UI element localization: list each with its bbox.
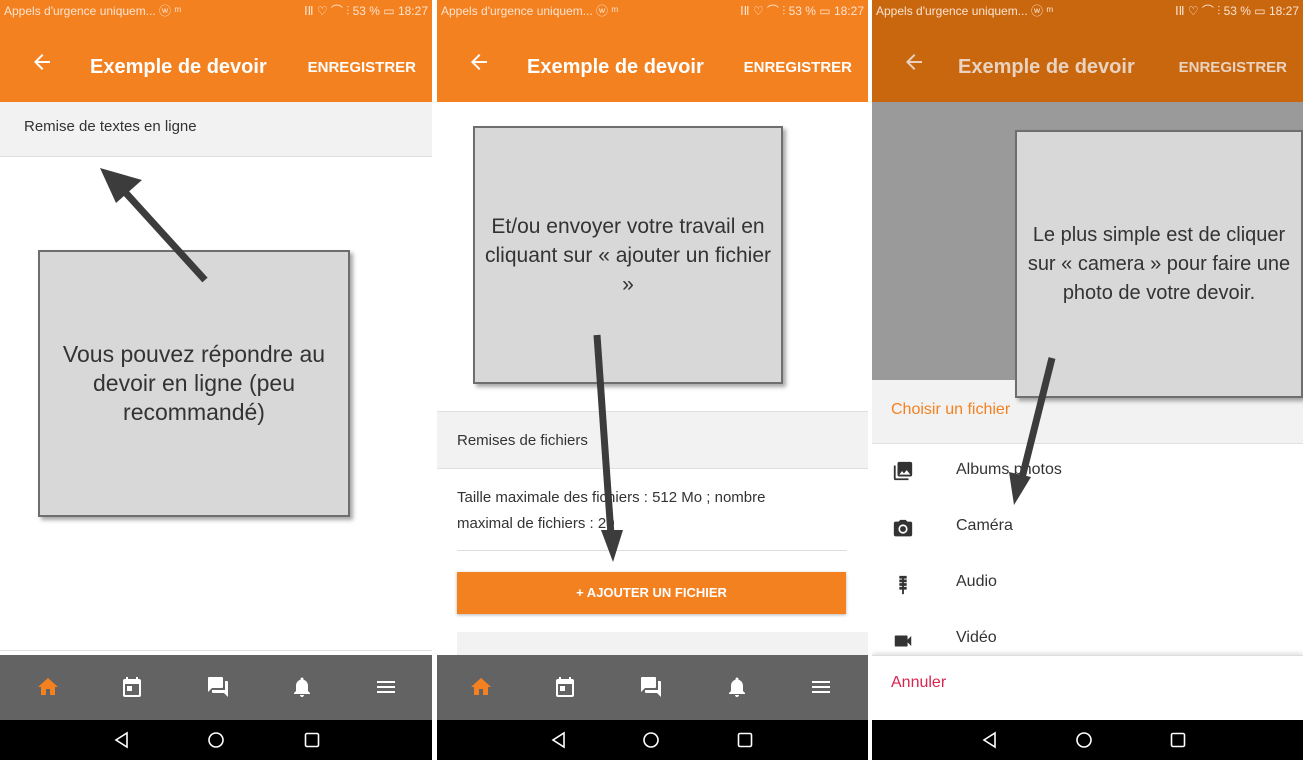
status-carrier: Appels d'urgence uniquem... ⓦ ᵐ: [441, 4, 619, 18]
cancel-label: Annuler: [891, 674, 947, 691]
file-limits-line-1: Taille maximale des fichiers : 512 Mo ; …: [457, 489, 766, 506]
callout-online-answer: Vous pouvez répondre au devoir en ligne …: [38, 250, 350, 517]
save-button[interactable]: ENREGISTRER: [308, 59, 416, 76]
bottom-tab-bar: [0, 655, 432, 720]
callout-add-file: Et/ou envoyer votre travail en cliquant …: [473, 126, 783, 384]
status-bar: Appels d'urgence uniquem... ⓦ ᵐ ⅠⅡ ♡ ⌒ ⫶…: [872, 0, 1303, 22]
screen-online-text: Appels d'urgence uniquem... ⓦ ᵐ ⅠⅡ ♡ ⌒ ⫶…: [0, 0, 432, 760]
home-icon[interactable]: [36, 675, 60, 699]
notifications-icon[interactable]: [725, 675, 749, 699]
app-bar: Exemple de devoir ENREGISTRER: [0, 22, 432, 102]
option-camera[interactable]: Caméra: [872, 500, 1303, 556]
add-file-button-label: + AJOUTER UN FICHIER: [576, 585, 727, 600]
screen-choose-file: Appels d'urgence uniquem... ⓦ ᵐ ⅠⅡ ♡ ⌒ ⫶…: [872, 0, 1303, 760]
status-indicators: ⅠⅡ ♡ ⌒ ⫶ 53 % ▭ 18:27: [304, 4, 428, 18]
recents-nav-icon[interactable]: [1168, 730, 1188, 750]
back-nav-icon[interactable]: [980, 730, 1000, 750]
home-nav-icon[interactable]: [1074, 730, 1094, 750]
menu-icon[interactable]: [374, 675, 398, 699]
file-chooser-sheet: Choisir un fichier Albums photos Caméra …: [872, 380, 1303, 655]
option-label: Vidéo: [956, 629, 997, 646]
option-video[interactable]: Vidéo: [872, 612, 1303, 655]
file-submission-section: Remises de fichiers: [437, 411, 868, 469]
divider: [0, 650, 432, 651]
cancel-button[interactable]: Annuler: [872, 655, 1303, 721]
recents-nav-icon[interactable]: [302, 730, 322, 750]
option-photo-albums[interactable]: Albums photos: [872, 444, 1303, 500]
page-title: Exemple de devoir: [527, 56, 704, 78]
back-arrow-icon[interactable]: [902, 50, 926, 74]
status-indicators: ⅠⅡ ♡ ⌒ ⫶ 53 % ▭ 18:27: [740, 4, 864, 18]
android-nav-bar: [0, 720, 432, 760]
notifications-icon[interactable]: [290, 675, 314, 699]
online-text-section-label: Remise de textes en ligne: [24, 118, 197, 135]
back-arrow-icon[interactable]: [30, 50, 54, 74]
bottom-tab-bar: [437, 655, 868, 720]
home-nav-icon[interactable]: [641, 730, 661, 750]
messages-icon[interactable]: [639, 675, 663, 699]
status-indicators: ⅠⅡ ♡ ⌒ ⫶ 53 % ▭ 18:27: [1175, 4, 1299, 18]
option-audio[interactable]: Audio: [872, 556, 1303, 612]
status-carrier: Appels d'urgence uniquem... ⓦ ᵐ: [4, 4, 182, 18]
microphone-icon: [899, 575, 907, 595]
option-label: Caméra: [956, 517, 1013, 534]
online-text-section[interactable]: Remise de textes en ligne: [0, 102, 432, 157]
file-limits-text: Taille maximale des fichiers : 512 Mo ; …: [457, 485, 847, 537]
android-nav-bar: [872, 720, 1303, 760]
add-file-button[interactable]: + AJOUTER UN FICHIER: [457, 572, 846, 614]
back-nav-icon[interactable]: [112, 730, 132, 750]
home-icon[interactable]: [469, 675, 493, 699]
file-limits-line-2: maximal de fichiers : 20: [457, 515, 615, 532]
option-label: Audio: [956, 573, 997, 590]
image-icon: [893, 461, 913, 481]
save-button[interactable]: ENREGISTRER: [744, 59, 852, 76]
divider: [457, 550, 847, 551]
status-carrier: Appels d'urgence uniquem... ⓦ ᵐ: [876, 4, 1054, 18]
camera-icon: [893, 519, 913, 537]
file-submission-section-label: Remises de fichiers: [457, 432, 588, 449]
status-bar: Appels d'urgence uniquem... ⓦ ᵐ ⅠⅡ ♡ ⌒ ⫶…: [437, 0, 868, 22]
screen-file-submission: Appels d'urgence uniquem... ⓦ ᵐ ⅠⅡ ♡ ⌒ ⫶…: [437, 0, 868, 760]
option-label: Albums photos: [956, 461, 1062, 478]
home-nav-icon[interactable]: [206, 730, 226, 750]
calendar-icon[interactable]: [120, 675, 144, 699]
recents-nav-icon[interactable]: [735, 730, 755, 750]
calendar-icon[interactable]: [553, 675, 577, 699]
status-bar: Appels d'urgence uniquem... ⓦ ᵐ ⅠⅡ ♡ ⌒ ⫶…: [0, 0, 432, 22]
videocam-icon: [894, 635, 912, 647]
app-bar: Exemple de devoir ENREGISTRER: [872, 22, 1303, 102]
next-section-stub: [457, 632, 868, 655]
app-bar: Exemple de devoir ENREGISTRER: [437, 22, 868, 102]
callout-camera: Le plus simple est de cliquer sur « came…: [1015, 130, 1303, 398]
sheet-title: Choisir un fichier: [891, 401, 1011, 418]
android-nav-bar: [437, 720, 868, 760]
page-title: Exemple de devoir: [90, 56, 267, 78]
messages-icon[interactable]: [206, 675, 230, 699]
menu-icon[interactable]: [809, 675, 833, 699]
save-button[interactable]: ENREGISTRER: [1179, 59, 1287, 76]
back-arrow-icon[interactable]: [467, 50, 491, 74]
back-nav-icon[interactable]: [549, 730, 569, 750]
page-title: Exemple de devoir: [958, 56, 1135, 78]
